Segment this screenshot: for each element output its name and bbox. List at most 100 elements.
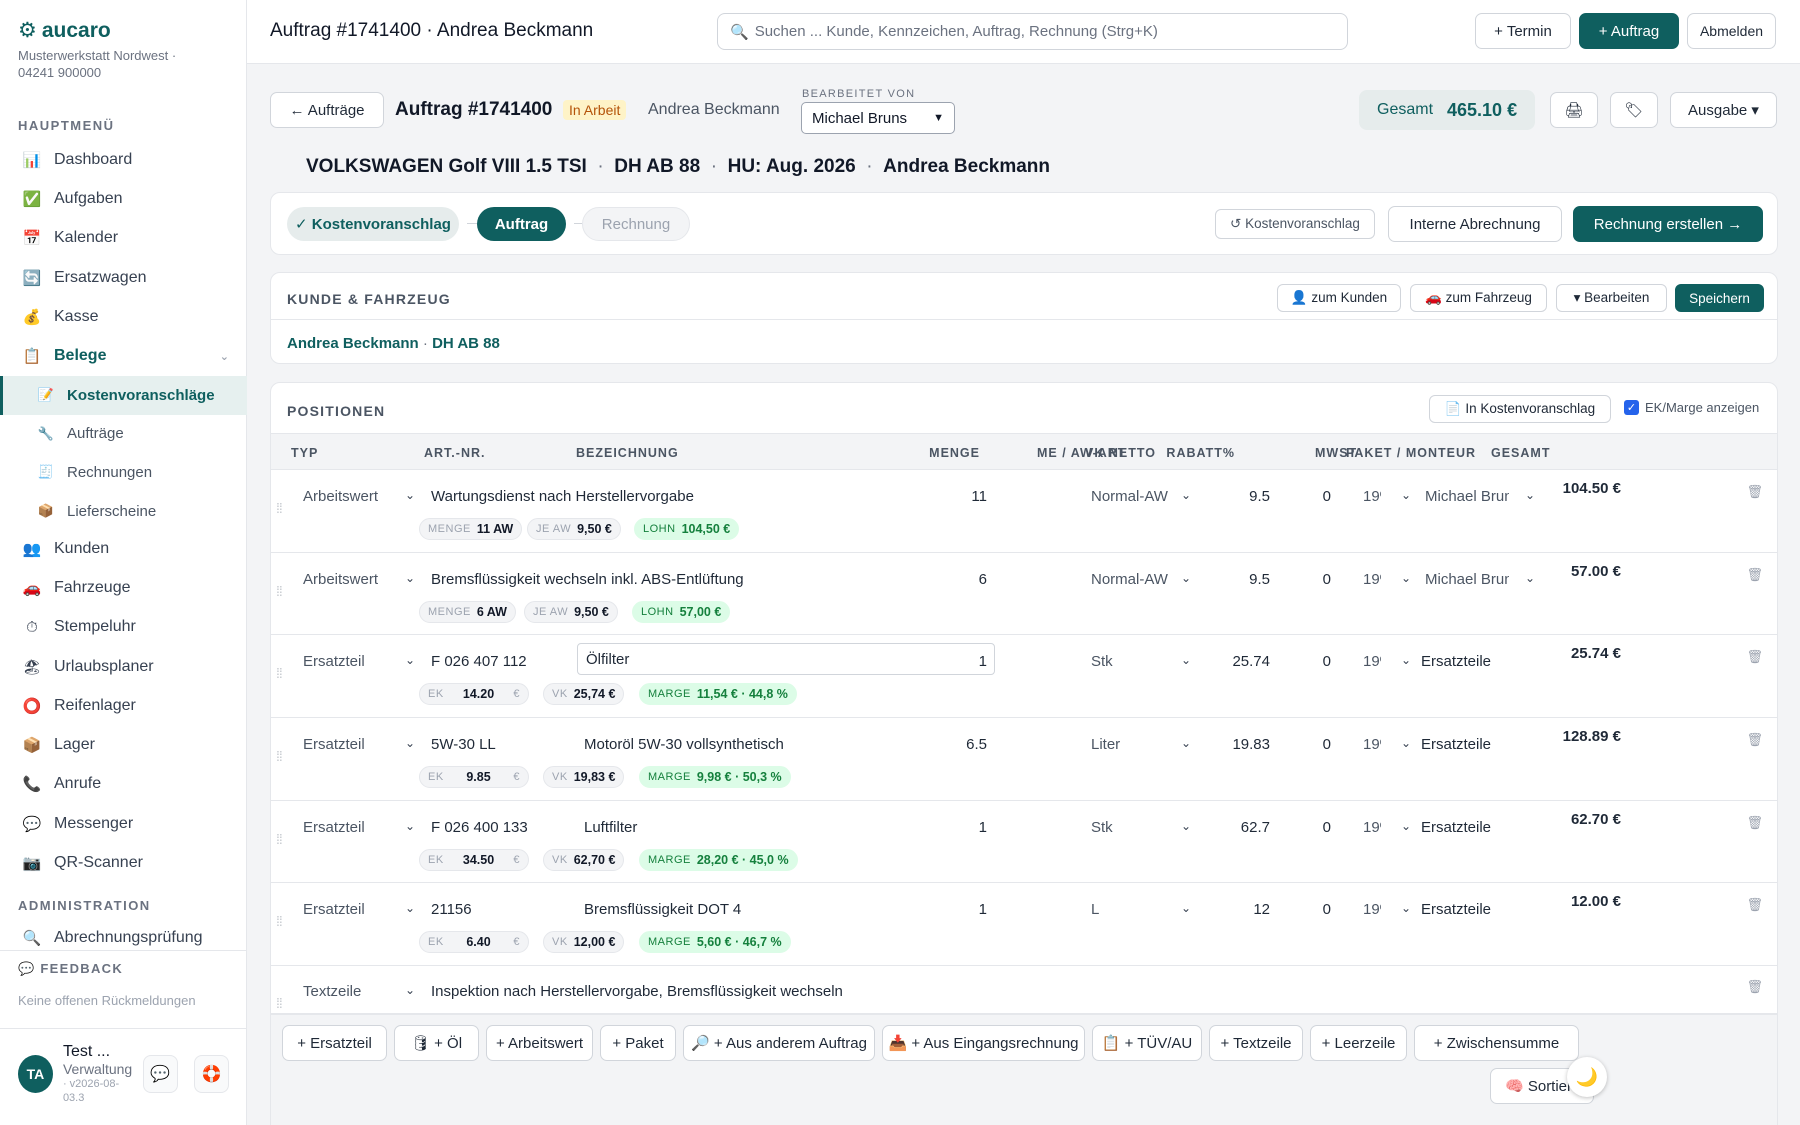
trash-icon[interactable]: 🗑 xyxy=(1746,567,1763,583)
trash-icon[interactable]: 🗑 xyxy=(1746,732,1763,748)
avatar[interactable]: TA xyxy=(18,1055,53,1093)
quantity-input[interactable]: 6.5 xyxy=(966,736,987,753)
print-button[interactable]: 🖨 xyxy=(1550,92,1598,128)
nav-item-fahrzeuge[interactable]: 🚗 Fahrzeuge xyxy=(0,568,247,607)
help-button[interactable]: 🛟 xyxy=(193,1055,229,1093)
nav-item-kostenvoranschläge[interactable]: 📝 Kostenvoranschläge xyxy=(0,376,247,415)
unit-select[interactable]: Liter ⌄ xyxy=(1091,736,1191,753)
step-rechnung[interactable]: Rechnung xyxy=(582,207,690,241)
vk-net-input[interactable]: 9.5 xyxy=(1249,571,1270,588)
nav-item-rechnungen[interactable]: 🧾 Rechnungen xyxy=(0,453,247,492)
package-field[interactable]: Ersatzteile xyxy=(1421,901,1491,918)
add-termin-button[interactable]: + Termin xyxy=(1475,13,1571,49)
discount-input[interactable]: 0 xyxy=(1323,653,1331,670)
trash-icon[interactable]: 🗑 xyxy=(1746,979,1763,995)
unit-select[interactable]: L ⌄ xyxy=(1091,901,1191,918)
add-position-button[interactable]: + Zwischensumme xyxy=(1414,1025,1579,1061)
output-dropdown[interactable]: Ausgabe ▾ xyxy=(1670,92,1777,128)
step-kostenvoranschlag[interactable]: ✓ Kostenvoranschlag xyxy=(287,207,459,241)
description-input[interactable]: Luftfilter xyxy=(584,819,637,836)
ek-margin-toggle[interactable]: ✓ EK/Marge anzeigen xyxy=(1624,400,1759,415)
description-input[interactable]: Bremsflüssigkeit wechseln inkl. ABS-Entl… xyxy=(431,571,744,588)
vk-net-input[interactable]: 12 xyxy=(1253,901,1270,918)
discount-input[interactable]: 0 xyxy=(1323,488,1331,505)
package-field[interactable]: Ersatzteile xyxy=(1421,653,1491,670)
brand-logo[interactable]: ⚙ aucaro xyxy=(18,18,228,43)
discount-input[interactable]: 0 xyxy=(1323,571,1331,588)
package-field[interactable]: Ersatzteile xyxy=(1421,819,1491,836)
nav-item-dashboard[interactable]: 📊 Dashboard xyxy=(0,140,247,179)
article-number-input[interactable]: F 026 407 112 xyxy=(431,653,527,670)
type-select[interactable]: Ersatzteil ⌄ xyxy=(303,736,415,753)
create-invoice-button[interactable]: Rechnung erstellen → xyxy=(1573,206,1763,242)
vat-select[interactable]: 19% ⌄ xyxy=(1363,571,1411,588)
vat-select[interactable]: 19% ⌄ xyxy=(1363,901,1411,918)
add-position-button[interactable]: + Textzeile xyxy=(1209,1025,1303,1061)
add-position-button[interactable]: + Arbeitswert xyxy=(486,1025,593,1061)
nav-item-aufträge[interactable]: 🔧 Aufträge xyxy=(0,415,247,454)
search-input[interactable]: 🔍 Suchen ... Kunde, Kennzeichen, Auftrag,… xyxy=(717,13,1348,50)
logout-button[interactable]: Abmelden xyxy=(1687,13,1776,49)
nav-item-lager[interactable]: 📦 Lager xyxy=(0,725,247,764)
article-number-input[interactable]: 5W-30 LL xyxy=(431,736,496,753)
mechanic-select[interactable]: Michael Bruns ⌄ xyxy=(1425,488,1535,505)
edited-by-select[interactable]: Michael Bruns ▼ xyxy=(801,102,955,134)
text-line-input[interactable]: Inspektion nach Herstellervorgabe, Brems… xyxy=(431,983,843,1000)
add-position-button[interactable]: 🔎 + Aus anderem Auftrag xyxy=(683,1025,875,1061)
step-auftrag[interactable]: Auftrag xyxy=(477,207,566,241)
drag-handle-icon[interactable]: ⁞⁞ xyxy=(276,501,283,515)
nav-item-lieferscheine[interactable]: 📦 Lieferscheine xyxy=(0,492,247,531)
drag-handle-icon[interactable]: ⁞⁞ xyxy=(276,584,283,598)
drag-handle-icon[interactable]: ⁞⁞ xyxy=(276,749,283,763)
add-to-kv-button[interactable]: 📄 In Kostenvoranschlag xyxy=(1429,395,1611,423)
nav-item-belege[interactable]: 📋 Belege ⌄ xyxy=(0,336,247,375)
add-position-button[interactable]: + Ersatzteil xyxy=(282,1025,387,1061)
add-position-button[interactable]: 📋 + TÜV/AU xyxy=(1092,1025,1202,1061)
discount-input[interactable]: 0 xyxy=(1323,819,1331,836)
unit-select[interactable]: Stk ⌄ xyxy=(1091,819,1191,836)
drag-handle-icon[interactable]: ⁞⁞ xyxy=(276,914,283,928)
add-position-button[interactable]: 📥 + Aus Eingangsrechnung xyxy=(882,1025,1085,1061)
article-number-input[interactable]: 21156 xyxy=(431,901,472,918)
vat-select[interactable]: 19% ⌄ xyxy=(1363,819,1411,836)
vk-net-input[interactable]: 19.83 xyxy=(1232,736,1270,753)
description-input[interactable]: Motoröl 5W-30 vollsynthetisch xyxy=(584,736,784,753)
feedback-panel[interactable]: 💬 FEEDBACK Keine offenen Rückmeldungen xyxy=(0,950,247,1018)
description-input[interactable]: Wartungsdienst nach Herstellervorgabe xyxy=(431,488,694,505)
mechanic-select[interactable]: Michael Bruns ⌄ xyxy=(1425,571,1535,588)
add-position-button[interactable]: 🛢 + Öl xyxy=(394,1025,479,1061)
type-select[interactable]: Ersatzteil ⌄ xyxy=(303,653,415,670)
nav-item-aufgaben[interactable]: ✅ Aufgaben xyxy=(0,179,247,218)
nav-item-reifenlager[interactable]: ⭕ Reifenlager xyxy=(0,686,247,725)
discount-input[interactable]: 0 xyxy=(1323,736,1331,753)
go-to-customer-button[interactable]: 👤 zum Kunden xyxy=(1277,284,1401,312)
type-select[interactable]: Textzeile ⌄ xyxy=(303,983,415,1000)
unit-select[interactable]: Normal-AW ⌄ xyxy=(1091,571,1191,588)
moon-icon[interactable]: 🌙 xyxy=(1567,1057,1607,1097)
nav-item-ersatzwagen[interactable]: 🔄 Ersatzwagen xyxy=(0,258,247,297)
vk-net-input[interactable]: 25.74 xyxy=(1232,653,1270,670)
unit-select[interactable]: Normal-AW ⌄ xyxy=(1091,488,1191,505)
vk-net-input[interactable]: 9.5 xyxy=(1249,488,1270,505)
nav-item-qr-scanner[interactable]: 📷 QR-Scanner xyxy=(0,843,247,882)
type-select[interactable]: Arbeitswert ⌄ xyxy=(303,488,415,505)
nav-item-anrufe[interactable]: 📞 Anrufe xyxy=(0,765,247,804)
vat-select[interactable]: 19% ⌄ xyxy=(1363,488,1411,505)
save-button[interactable]: Speichern xyxy=(1675,284,1764,312)
internal-billing-button[interactable]: Interne Abrechnung xyxy=(1388,206,1562,242)
vat-select[interactable]: 19% ⌄ xyxy=(1363,653,1411,670)
drag-handle-icon[interactable]: ⁞⁞ xyxy=(276,666,283,680)
nav-item-stempeluhr[interactable]: ⏱ Stempeluhr xyxy=(0,608,247,647)
unit-select[interactable]: Stk ⌄ xyxy=(1091,653,1191,670)
trash-icon[interactable]: 🗑 xyxy=(1746,484,1763,500)
vat-select[interactable]: 19% ⌄ xyxy=(1363,736,1411,753)
trash-icon[interactable]: 🗑 xyxy=(1746,815,1763,831)
back-to-orders-button[interactable]: ← Aufträge xyxy=(270,92,384,128)
quantity-input[interactable]: 6 xyxy=(979,571,987,588)
nav-item-urlaubsplaner[interactable]: 🏖 Urlaubsplaner xyxy=(0,647,247,686)
add-position-button[interactable]: + Paket xyxy=(600,1025,676,1061)
drag-handle-icon[interactable]: ⁞⁞ xyxy=(276,832,283,846)
type-select[interactable]: Arbeitswert ⌄ xyxy=(303,571,415,588)
edit-dropdown-button[interactable]: ▾ Bearbeiten xyxy=(1556,284,1667,312)
quantity-input[interactable]: 1 xyxy=(979,819,987,836)
